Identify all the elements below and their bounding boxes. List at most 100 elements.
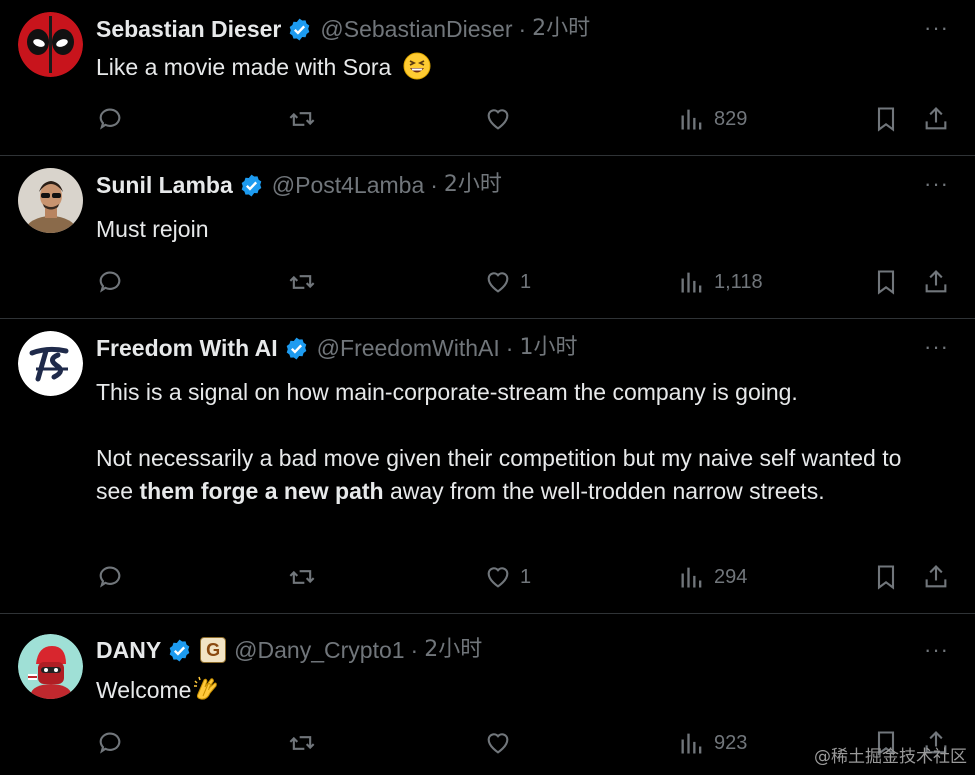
tweet-header: Sebastian Dieser @SebastianDieser · 2小时: [96, 14, 590, 44]
retweet-icon: [289, 736, 315, 750]
tweet-text: Like a movie made with Sora: [96, 51, 935, 84]
tweet-actions: 1 294: [96, 562, 956, 592]
clapping-hands-icon: [194, 676, 218, 700]
display-name[interactable]: DANY: [96, 635, 161, 665]
separator-dot: ·: [505, 335, 514, 361]
views-button[interactable]: 829: [678, 104, 747, 134]
tweet-feed: Sebastian Dieser @SebastianDieser · 2小时 …: [0, 0, 975, 775]
bookmark-button[interactable]: [872, 104, 900, 134]
share-icon: [925, 270, 947, 293]
bookmark-icon: [877, 107, 895, 132]
like-button[interactable]: 1: [484, 267, 531, 297]
handle[interactable]: @SebastianDieser: [320, 14, 512, 44]
tweet[interactable]: Sebastian Dieser @SebastianDieser · 2小时 …: [0, 0, 975, 156]
heart-icon: [487, 733, 509, 754]
affiliate-badge-icon[interactable]: G: [200, 637, 227, 663]
like-button[interactable]: 1: [484, 562, 531, 592]
views-button[interactable]: 1,118: [678, 267, 763, 297]
tweet[interactable]: Sunil Lamba @Post4Lamba · 2小时 ··· Must r…: [0, 156, 975, 319]
bookmark-button[interactable]: [872, 562, 900, 592]
avatar-image: [18, 331, 83, 396]
view-count: 923: [714, 731, 748, 754]
share-icon: [925, 565, 947, 588]
avatar[interactable]: [18, 12, 83, 77]
views-chart-icon: [681, 272, 702, 293]
retweet-icon: [289, 570, 315, 584]
retweet-button[interactable]: [288, 562, 324, 592]
reply-button[interactable]: [96, 728, 132, 758]
avatar[interactable]: [18, 168, 83, 233]
separator-dot: ·: [410, 637, 419, 663]
watermark: @稀土掘金技术社区: [814, 747, 967, 767]
more-options-icon[interactable]: ···: [924, 173, 949, 195]
avatar-image: [18, 168, 83, 233]
verified-badge-icon[interactable]: [284, 336, 309, 361]
views-chart-icon: [681, 109, 702, 130]
avatar[interactable]: [18, 331, 83, 396]
reply-button[interactable]: [96, 104, 132, 134]
separator-dot: ·: [430, 172, 438, 198]
reply-button[interactable]: [96, 562, 132, 592]
retweet-icon: [289, 112, 315, 126]
reply-icon: [99, 566, 121, 588]
reply-icon: [99, 732, 121, 754]
timestamp[interactable]: 2小时: [424, 635, 482, 665]
reply-icon: [99, 271, 121, 293]
retweet-button[interactable]: [288, 104, 324, 134]
display-name[interactable]: Sunil Lamba: [96, 170, 233, 200]
tweet-paragraph-1: This is a signal on how main-corporate-s…: [96, 379, 798, 405]
avatar-image: [18, 12, 83, 77]
bookmark-icon: [877, 565, 895, 590]
tweet-text: Welcome: [96, 674, 935, 707]
tweet-text-line: Must rejoin: [96, 216, 209, 242]
tweet-text: This is a signal on how main-corporate-s…: [96, 376, 935, 508]
reply-button[interactable]: [96, 267, 132, 297]
views-chart-icon: [681, 567, 702, 588]
like-count: 1: [520, 270, 532, 293]
timestamp[interactable]: 2小时: [444, 170, 502, 200]
display-name[interactable]: Freedom With AI: [96, 333, 278, 363]
handle[interactable]: @Post4Lamba: [272, 170, 425, 200]
heart-icon: [487, 109, 509, 130]
retweet-button[interactable]: [288, 267, 324, 297]
view-count: 829: [714, 107, 748, 130]
tweet-text-line: Welcome: [96, 677, 192, 703]
reply-icon: [99, 108, 121, 130]
heart-icon: [487, 567, 509, 588]
timestamp[interactable]: 1小时: [519, 333, 577, 363]
tweet-header: Freedom With AI @FreedomWithAI · 1小时: [96, 333, 577, 363]
tweet-text-line: Like a movie made with Sora: [96, 54, 392, 80]
share-button[interactable]: [922, 562, 950, 592]
views-button[interactable]: 923: [678, 728, 747, 758]
tweet-header: Sunil Lamba @Post4Lamba · 2小时: [96, 170, 502, 200]
handle[interactable]: @FreedomWithAI: [317, 333, 500, 363]
timestamp[interactable]: 2小时: [532, 14, 590, 44]
avatar[interactable]: [18, 634, 83, 699]
like-button[interactable]: [484, 728, 520, 758]
retweet-button[interactable]: [288, 728, 324, 758]
tweet-text-span: away from the well-trodden narrow street…: [383, 478, 825, 504]
like-count: 1: [520, 565, 532, 588]
verified-badge-icon[interactable]: [287, 17, 312, 42]
more-options-icon[interactable]: ···: [924, 17, 949, 39]
verified-badge-icon[interactable]: [239, 173, 264, 198]
share-icon: [925, 107, 947, 130]
tweet-actions: 829: [96, 104, 956, 134]
display-name[interactable]: Sebastian Dieser: [96, 14, 281, 44]
grinning-squinting-face-icon: [403, 52, 431, 80]
handle[interactable]: @Dany_Crypto1: [234, 635, 404, 665]
tweet[interactable]: Freedom With AI @FreedomWithAI · 1小时 ···…: [0, 319, 975, 614]
verified-badge-icon[interactable]: [167, 638, 192, 663]
tweet-paragraph-2: Not necessarily a bad move given their c…: [96, 442, 935, 508]
bookmark-icon: [877, 270, 895, 295]
like-button[interactable]: [484, 104, 520, 134]
more-options-icon[interactable]: ···: [924, 639, 949, 661]
share-button[interactable]: [922, 267, 950, 297]
view-count: 1,118: [714, 270, 763, 293]
avatar-image: [18, 634, 83, 699]
retweet-icon: [289, 275, 315, 289]
more-options-icon[interactable]: ···: [924, 336, 949, 358]
share-button[interactable]: [922, 104, 950, 134]
bookmark-button[interactable]: [872, 267, 900, 297]
views-button[interactable]: 294: [678, 562, 747, 592]
